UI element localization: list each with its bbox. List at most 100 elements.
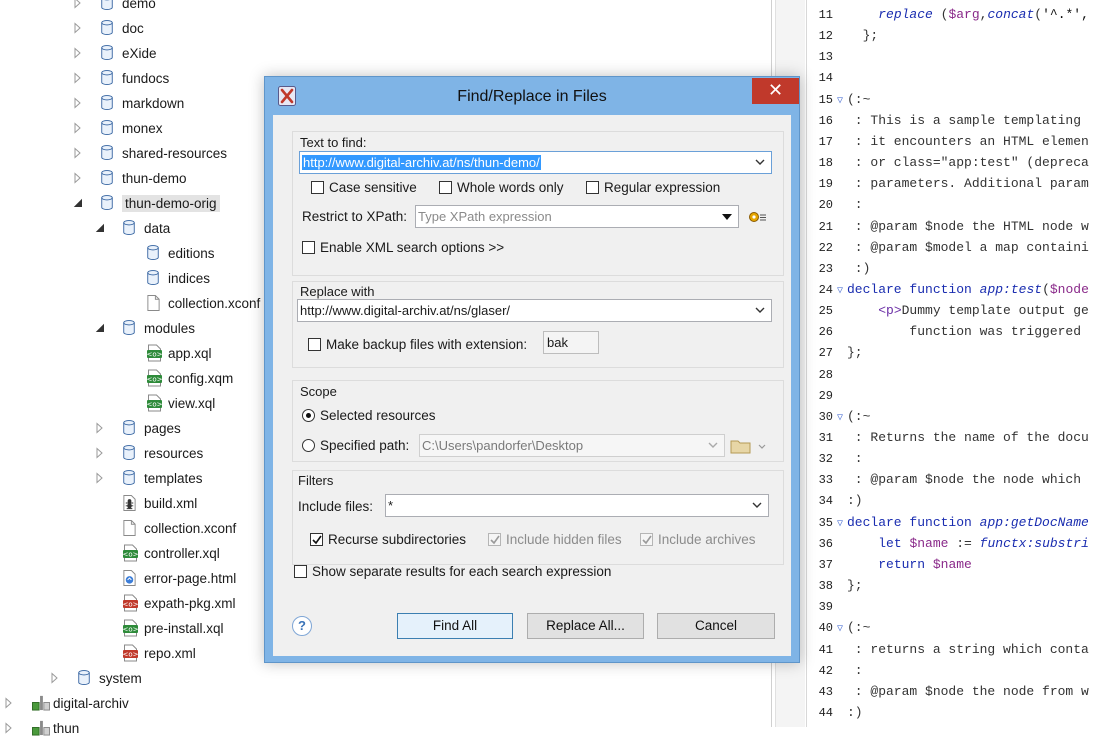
dialog-titlebar[interactable]: Find/Replace in Files ✕: [265, 77, 799, 115]
selected-resources-radio[interactable]: Selected resources: [302, 408, 436, 423]
expand-arrow-icon[interactable]: [72, 0, 84, 9]
code-line[interactable]: 43 : @param $node the node from w: [807, 681, 1089, 702]
tree-item[interactable]: fundocs: [72, 67, 169, 89]
tree-item[interactable]: indices: [118, 267, 210, 289]
tree-item[interactable]: error-page.html: [94, 567, 236, 589]
tree-item[interactable]: editions: [118, 242, 215, 264]
code-line[interactable]: 16 : This is a sample templating: [807, 110, 1081, 131]
expand-arrow-icon[interactable]: [72, 172, 84, 184]
fold-toggle-icon[interactable]: ▽: [833, 91, 847, 112]
code-line[interactable]: 19 : parameters. Additional param: [807, 173, 1089, 194]
code-line[interactable]: 21 : @param $node the HTML node w: [807, 216, 1089, 237]
replace-all-button[interactable]: Replace All...: [527, 613, 644, 639]
code-line[interactable]: 20 :: [807, 194, 863, 215]
code-line[interactable]: 33 : @param $node the node which: [807, 469, 1081, 490]
recurse-subdirectories-checkbox[interactable]: Recurse subdirectories: [310, 532, 466, 547]
tree-item[interactable]: thun-demo-orig: [72, 192, 220, 214]
backup-extension-field[interactable]: bak: [543, 331, 599, 354]
code-line[interactable]: 30 ▽ (:~: [807, 406, 871, 427]
tree-item[interactable]: eXide: [72, 42, 157, 64]
expand-arrow-icon[interactable]: [49, 672, 61, 684]
cancel-button[interactable]: Cancel: [657, 613, 775, 639]
collapse-arrow-icon[interactable]: [72, 197, 84, 209]
tree-item[interactable]: <o> controller.xql: [94, 542, 220, 564]
regex-checkbox[interactable]: Regular expression: [586, 180, 720, 195]
code-line[interactable]: 29: [807, 385, 847, 406]
tree-item[interactable]: <o> config.xqm: [118, 367, 233, 389]
close-button[interactable]: ✕: [752, 78, 799, 104]
browse-folder-icon[interactable]: [730, 437, 766, 455]
checkbox-box[interactable]: [302, 241, 315, 254]
chevron-down-icon[interactable]: [754, 156, 766, 168]
checkbox-box[interactable]: [439, 181, 452, 194]
code-line[interactable]: 34 :): [807, 490, 863, 511]
expand-arrow-icon[interactable]: [72, 47, 84, 59]
checkbox-box[interactable]: [294, 565, 307, 578]
tree-item[interactable]: collection.xconf: [94, 517, 236, 539]
tree-item[interactable]: thun-demo: [72, 167, 187, 189]
fold-toggle-icon[interactable]: ▽: [833, 281, 847, 302]
include-hidden-files-checkbox[interactable]: Include hidden files: [488, 532, 622, 547]
backup-checkbox[interactable]: Make backup files with extension:: [308, 337, 527, 352]
tree-item[interactable]: templates: [94, 467, 203, 489]
code-line[interactable]: 41 : returns a string which conta: [807, 639, 1089, 660]
tree-item[interactable]: digital-archiv: [3, 692, 129, 714]
tree-item[interactable]: pages: [94, 417, 181, 439]
code-line[interactable]: 11 replace ($arg,concat('^.*',: [807, 4, 1089, 25]
tree-item[interactable]: demo: [72, 0, 156, 14]
xml-search-options-checkbox[interactable]: Enable XML search options >>: [302, 240, 504, 255]
include-files-input[interactable]: *: [385, 494, 769, 517]
include-archives-checkbox[interactable]: Include archives: [640, 532, 756, 547]
code-line[interactable]: 22 : @param $model a map containi: [807, 237, 1089, 258]
tree-item[interactable]: build.xml: [94, 492, 197, 514]
chevron-down-icon[interactable]: [707, 439, 719, 451]
code-line[interactable]: 38 };: [807, 575, 863, 596]
expand-arrow-icon[interactable]: [94, 472, 106, 484]
separate-results-checkbox[interactable]: Show separate results for each search ex…: [294, 564, 611, 579]
help-icon[interactable]: ?: [292, 616, 312, 636]
code-line[interactable]: 14: [807, 67, 847, 88]
expand-arrow-icon[interactable]: [94, 447, 106, 459]
expand-arrow-icon[interactable]: [72, 97, 84, 109]
code-line[interactable]: 12 };: [807, 25, 879, 46]
tree-item[interactable]: <o> repo.xml: [94, 642, 196, 664]
chevron-down-icon[interactable]: [754, 304, 766, 316]
tree-item[interactable]: doc: [72, 17, 144, 39]
tree-item[interactable]: <o> view.xql: [118, 392, 215, 414]
code-line[interactable]: 31 : Returns the name of the docu: [807, 427, 1089, 448]
checkbox-box[interactable]: [311, 181, 324, 194]
code-line[interactable]: 24 ▽ declare function app:test($node: [807, 279, 1089, 300]
code-line[interactable]: 13: [807, 46, 847, 67]
expand-arrow-icon[interactable]: [72, 122, 84, 134]
code-line[interactable]: 36 let $name := functx:substri: [807, 533, 1089, 554]
checked-box[interactable]: [310, 533, 323, 546]
tree-item[interactable]: thun: [3, 717, 79, 739]
code-line[interactable]: 25 <p>Dummy template output ge: [807, 300, 1089, 321]
code-line[interactable]: 15 ▽ (:~: [807, 89, 871, 112]
specified-path-radio[interactable]: Specified path:: [302, 438, 409, 453]
tree-item[interactable]: resources: [94, 442, 203, 464]
expand-arrow-icon[interactable]: [94, 422, 106, 434]
checked-box[interactable]: [488, 533, 501, 546]
code-line[interactable]: 35 ▽ declare function app:getDocName: [807, 512, 1089, 533]
tree-item[interactable]: <o> expath-pkg.xml: [94, 592, 236, 614]
expand-arrow-icon[interactable]: [72, 72, 84, 84]
tree-item[interactable]: collection.xconf: [118, 292, 260, 314]
tree-item[interactable]: <o> app.xql: [118, 342, 212, 364]
xpath-input[interactable]: Type XPath expression: [415, 205, 739, 228]
code-line[interactable]: 39: [807, 596, 847, 617]
code-editor[interactable]: 11 replace ($arg,concat('^.*', 12 }; 13 14…: [807, 0, 1119, 727]
chevron-down-icon[interactable]: [751, 499, 763, 511]
code-line[interactable]: 28: [807, 364, 847, 385]
code-line[interactable]: 37 return $name: [807, 554, 972, 575]
code-line[interactable]: 32 :: [807, 448, 863, 469]
code-line[interactable]: 42 :: [807, 660, 863, 681]
expand-arrow-icon[interactable]: [72, 22, 84, 34]
collapse-arrow-icon[interactable]: [94, 222, 106, 234]
replace-input[interactable]: http://www.digital-archiv.at/ns/glaser/: [297, 299, 772, 322]
fold-toggle-icon[interactable]: ▽: [833, 514, 847, 535]
checkbox-box[interactable]: [308, 338, 321, 351]
tree-item[interactable]: system: [49, 667, 142, 689]
checkbox-box[interactable]: [586, 181, 599, 194]
case-sensitive-checkbox[interactable]: Case sensitive: [311, 180, 417, 195]
